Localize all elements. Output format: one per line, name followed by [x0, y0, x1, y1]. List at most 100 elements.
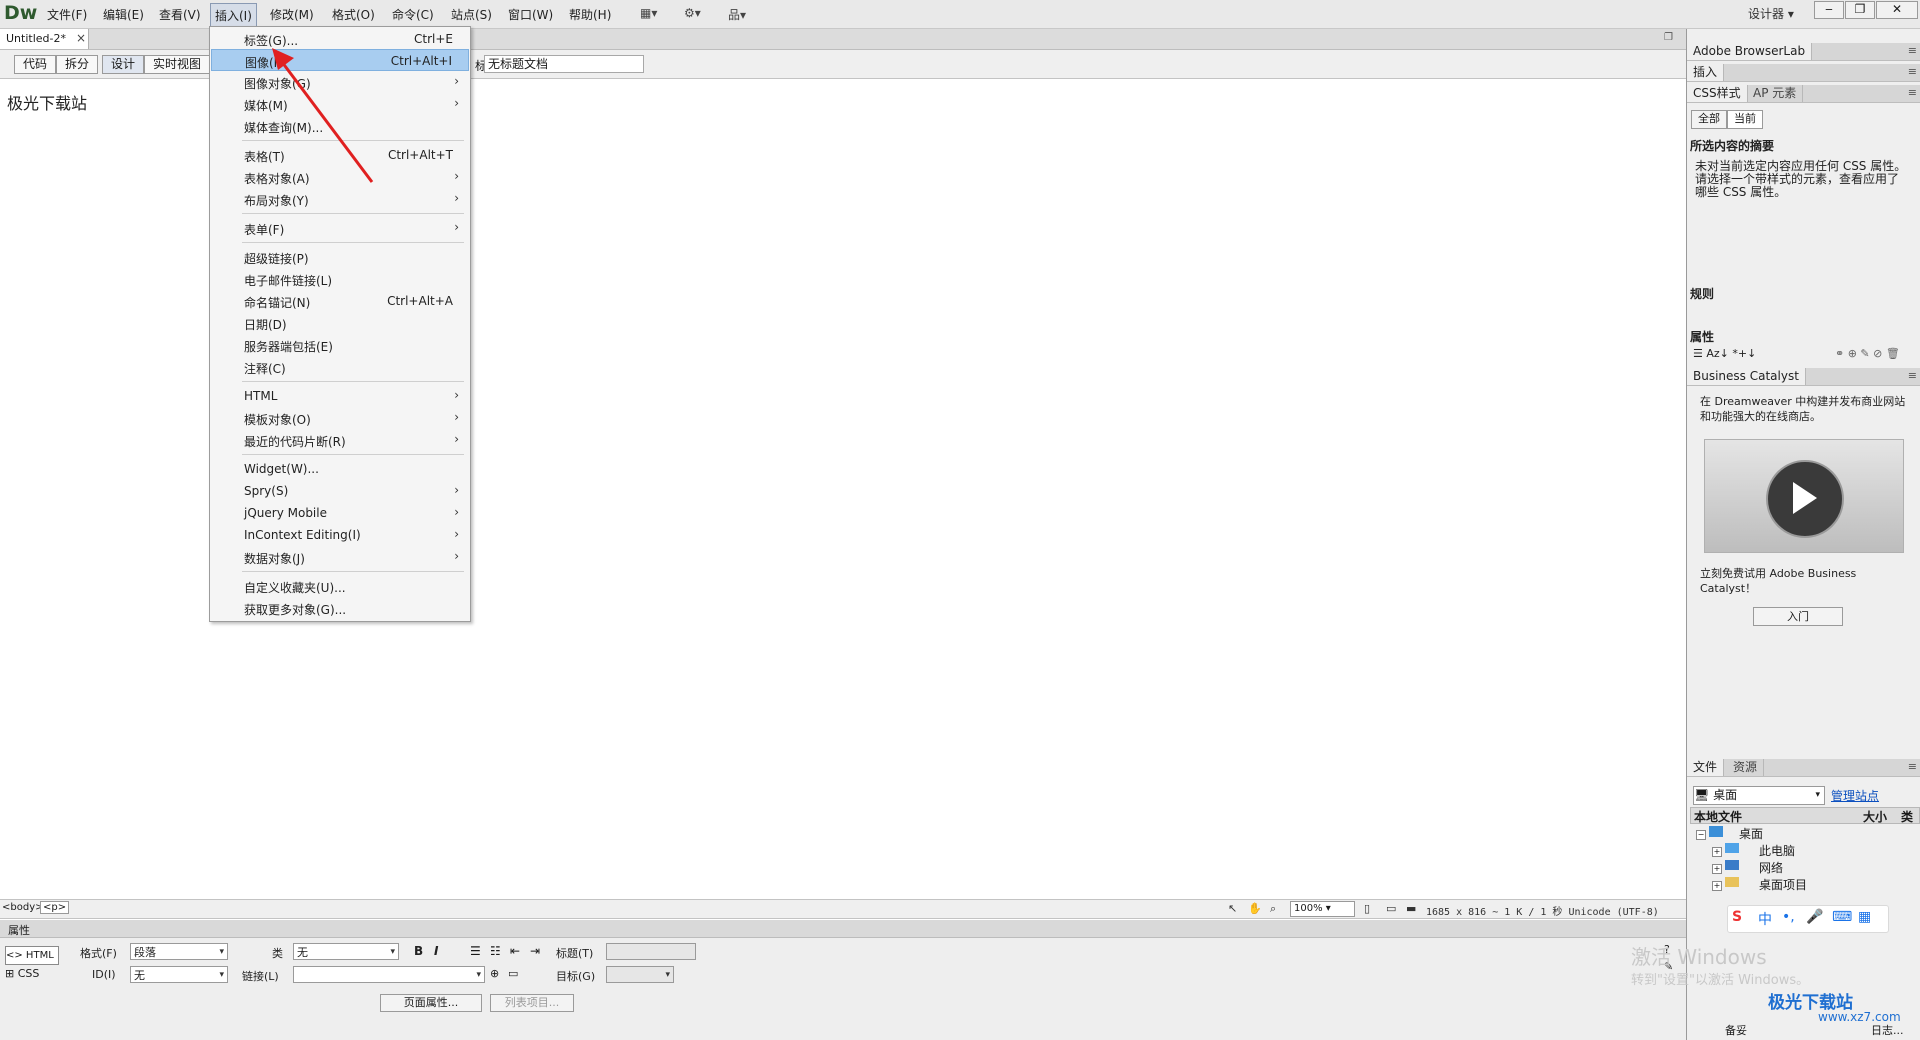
ime-chinese-mode[interactable]: 中 [1758, 909, 1772, 929]
layout-icon[interactable]: ▦▾ [640, 6, 657, 20]
bc-get-started-button[interactable]: 入门 [1753, 607, 1843, 626]
live-view-button[interactable]: 实时视图 [144, 55, 211, 74]
title-attr-input[interactable] [606, 943, 696, 960]
point-to-file-icon[interactable]: ⊕ [490, 967, 499, 980]
menu-item-get-more-objects[interactable]: 获取更多对象(G)... [211, 597, 469, 619]
menu-item-html[interactable]: HTML › [211, 385, 469, 407]
menu-item-comment[interactable]: 注释(C) [211, 356, 469, 378]
menu-item-named-anchor[interactable]: 命名锚记(N) Ctrl+Alt+A [211, 290, 469, 312]
local-files-column[interactable]: 本地文件 [1694, 808, 1742, 825]
panel-menu-icon[interactable]: ≡ [1908, 86, 1917, 99]
gear-icon[interactable]: ⚙▾ [684, 6, 701, 20]
ime-microphone-icon[interactable]: 🎤 [1806, 909, 1823, 925]
menu-item-template-objects[interactable]: 模板对象(O) › [211, 407, 469, 429]
browse-folder-icon[interactable]: ▭ [508, 967, 518, 980]
ime-toolbox-icon[interactable]: ▦ [1858, 909, 1871, 925]
browserlab-panel-header[interactable]: Adobe BrowserLab ≡ [1687, 43, 1920, 61]
menu-insert[interactable]: 插入(I) [210, 3, 257, 28]
panel-menu-icon[interactable]: ≡ [1908, 760, 1917, 773]
zoom-tool-icon[interactable]: ⌕ [1270, 902, 1276, 916]
format-select[interactable]: 段落 ▾ [130, 943, 228, 960]
restore-icon[interactable]: ❐ [1664, 32, 1673, 43]
panel-menu-icon[interactable]: ≡ [1908, 65, 1917, 78]
menu-file[interactable]: 文件(F) [44, 6, 90, 23]
mobile-size-icon[interactable]: ▯ [1364, 902, 1370, 915]
tab-assets[interactable]: 资源 [1727, 759, 1765, 776]
size-column[interactable]: 大小 [1863, 808, 1887, 825]
menu-item-spry[interactable]: Spry(S) › [211, 480, 469, 502]
split-view-button[interactable]: 拆分 [56, 55, 99, 74]
page-properties-button[interactable]: 页面属性... [380, 994, 482, 1012]
expand-icon[interactable]: + [1712, 881, 1722, 891]
id-select[interactable]: 无 ▾ [130, 966, 228, 983]
menu-format[interactable]: 格式(O) [329, 6, 378, 23]
menu-item-tag[interactable]: 标签(G)... Ctrl+E [211, 28, 469, 50]
tab-close-icon[interactable]: × [76, 31, 86, 45]
tag-selector-p[interactable]: <p> [40, 901, 70, 914]
tree-item-network[interactable]: 网络 [1759, 859, 1783, 876]
maximize-button[interactable]: ❐ [1845, 1, 1875, 19]
sitemap-icon[interactable]: 品▾ [728, 6, 746, 23]
expand-icon[interactable]: + [1712, 847, 1722, 857]
menu-view[interactable]: 查看(V) [156, 6, 204, 23]
italic-button[interactable]: I [434, 944, 438, 958]
tab-files[interactable]: 文件 [1687, 759, 1725, 776]
css-current-button[interactable]: 当前 [1727, 110, 1763, 129]
tablet-size-icon[interactable]: ▭ [1386, 902, 1396, 915]
html-mode-button[interactable]: <> HTML [5, 946, 59, 965]
menu-item-jquery-mobile[interactable]: jQuery Mobile › [211, 502, 469, 524]
property-action-icons[interactable]: ⚭ ⊕ ✎ ⊘ 🗑 [1835, 347, 1900, 360]
css-all-button[interactable]: 全部 [1691, 110, 1727, 129]
menu-item-incontext-editing[interactable]: InContext Editing(I) › [211, 524, 469, 546]
ime-punctuation-icon[interactable]: •, [1782, 909, 1795, 925]
hand-tool-icon[interactable]: ✋ [1248, 902, 1262, 915]
tab-insert[interactable]: 插入 [1687, 64, 1725, 81]
code-view-button[interactable]: 代码 [14, 55, 57, 74]
menu-item-recent-snippets[interactable]: 最近的代码片断(R) › [211, 429, 469, 451]
bold-button[interactable]: B [414, 944, 423, 958]
tree-item-desktop-items[interactable]: 桌面项目 [1759, 876, 1807, 893]
menu-item-email-link[interactable]: 电子邮件链接(L) [211, 268, 469, 290]
outdent-icon[interactable]: ⇤ [510, 944, 520, 958]
manage-sites-link[interactable]: 管理站点 [1831, 787, 1879, 804]
pointer-tool-icon[interactable]: ↖ [1228, 902, 1237, 915]
log-button[interactable]: 日志... [1871, 1022, 1904, 1038]
menu-modify[interactable]: 修改(M) [267, 6, 317, 23]
tag-selector-body[interactable]: <body> [2, 902, 44, 913]
workspace-switcher[interactable]: 设计器 ▾ [1748, 5, 1794, 22]
target-select[interactable]: ▾ [606, 966, 674, 983]
class-select[interactable]: 无 ▾ [293, 943, 399, 960]
business-catalyst-panel-header[interactable]: Business Catalyst ≡ [1687, 368, 1920, 386]
tree-item-this-pc[interactable]: 此电脑 [1759, 842, 1795, 859]
menu-help[interactable]: 帮助(H) [566, 6, 614, 23]
menu-item-custom-favorites[interactable]: 自定义收藏夹(U)... [211, 575, 469, 597]
sogou-logo-icon[interactable]: S [1732, 909, 1742, 925]
menu-item-data-objects[interactable]: 数据对象(J) › [211, 546, 469, 568]
property-view-icons[interactable]: ☰ Az↓ *+↓ [1693, 347, 1756, 360]
panel-menu-icon[interactable]: ≡ [1908, 369, 1917, 382]
menu-item-hyperlink[interactable]: 超级链接(P) [211, 246, 469, 268]
ime-keyboard-icon[interactable]: ⌨ [1832, 909, 1852, 925]
unordered-list-icon[interactable]: ☰ [470, 944, 481, 958]
tab-ap-elements[interactable]: AP 元素 [1747, 85, 1804, 102]
menu-item-date[interactable]: 日期(D) [211, 312, 469, 334]
ordered-list-icon[interactable]: ☷ [490, 944, 501, 958]
desktop-size-icon[interactable]: ▬ [1406, 902, 1416, 915]
menu-item-widget[interactable]: Widget(W)... [211, 458, 469, 480]
tab-business-catalyst[interactable]: Business Catalyst [1687, 368, 1806, 385]
close-button[interactable]: ✕ [1876, 1, 1918, 19]
bc-video-thumbnail[interactable] [1704, 439, 1904, 553]
title-input[interactable]: 无标题文档 [484, 55, 644, 73]
tab-css-styles[interactable]: CSS样式 [1687, 85, 1748, 102]
minimize-button[interactable]: ‒ [1814, 1, 1844, 19]
menu-commands[interactable]: 命令(C) [389, 6, 437, 23]
link-select[interactable]: ▾ [293, 966, 485, 983]
collapse-icon[interactable]: − [1696, 830, 1706, 840]
menu-item-form[interactable]: 表单(F) › [211, 217, 469, 239]
insert-panel-header[interactable]: 插入 ≡ [1687, 64, 1920, 82]
menu-edit[interactable]: 编辑(E) [100, 6, 147, 23]
site-select[interactable]: 🖥 桌面 ▾ [1693, 786, 1825, 805]
menu-item-layout-objects[interactable]: 布局对象(Y) › [211, 188, 469, 210]
expand-icon[interactable]: + [1712, 864, 1722, 874]
menu-window[interactable]: 窗口(W) [505, 6, 556, 23]
